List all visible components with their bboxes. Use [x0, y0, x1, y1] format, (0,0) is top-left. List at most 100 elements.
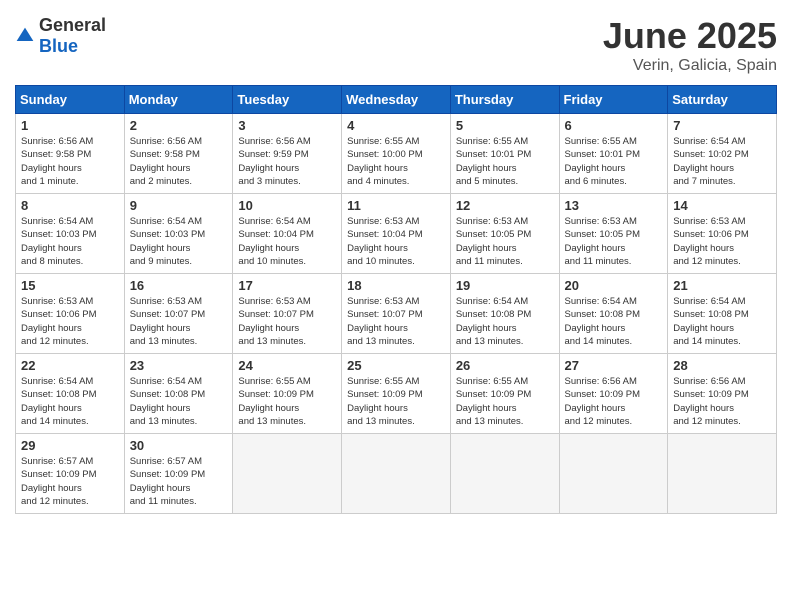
calendar-day-cell: 5 Sunrise: 6:55 AM Sunset: 10:01 PM Dayl…: [450, 114, 559, 194]
day-number: 10: [238, 198, 336, 213]
calendar-week-row: 8 Sunrise: 6:54 AM Sunset: 10:03 PM Dayl…: [16, 194, 777, 274]
logo-icon: [15, 26, 35, 46]
day-info: Sunrise: 6:55 AM Sunset: 10:09 PM Daylig…: [347, 375, 445, 428]
day-info: Sunrise: 6:55 AM Sunset: 10:01 PM Daylig…: [456, 135, 554, 188]
day-info: Sunrise: 6:55 AM Sunset: 10:00 PM Daylig…: [347, 135, 445, 188]
calendar-subtitle: Verin, Galicia, Spain: [603, 57, 777, 75]
day-info: Sunrise: 6:55 AM Sunset: 10:09 PM Daylig…: [238, 375, 336, 428]
day-info: Sunrise: 6:54 AM Sunset: 10:03 PM Daylig…: [21, 215, 119, 268]
calendar-week-row: 1 Sunrise: 6:56 AM Sunset: 9:58 PM Dayli…: [16, 114, 777, 194]
day-info: Sunrise: 6:56 AM Sunset: 9:59 PM Dayligh…: [238, 135, 336, 188]
day-number: 21: [673, 278, 771, 293]
weekday-header-cell: Tuesday: [233, 86, 342, 114]
day-info: Sunrise: 6:56 AM Sunset: 9:58 PM Dayligh…: [130, 135, 228, 188]
calendar-day-cell: 2 Sunrise: 6:56 AM Sunset: 9:58 PM Dayli…: [124, 114, 233, 194]
calendar-day-cell: 3 Sunrise: 6:56 AM Sunset: 9:59 PM Dayli…: [233, 114, 342, 194]
calendar-day-cell: 21 Sunrise: 6:54 AM Sunset: 10:08 PM Day…: [668, 274, 777, 354]
day-info: Sunrise: 6:56 AM Sunset: 10:09 PM Daylig…: [673, 375, 771, 428]
calendar-day-cell: 16 Sunrise: 6:53 AM Sunset: 10:07 PM Day…: [124, 274, 233, 354]
weekday-header-cell: Friday: [559, 86, 668, 114]
day-number: 7: [673, 118, 771, 133]
calendar-table: SundayMondayTuesdayWednesdayThursdayFrid…: [15, 85, 777, 514]
day-number: 25: [347, 358, 445, 373]
day-number: 1: [21, 118, 119, 133]
calendar-day-cell: 29 Sunrise: 6:57 AM Sunset: 10:09 PM Day…: [16, 434, 125, 514]
calendar-day-cell: 8 Sunrise: 6:54 AM Sunset: 10:03 PM Dayl…: [16, 194, 125, 274]
calendar-week-row: 15 Sunrise: 6:53 AM Sunset: 10:06 PM Day…: [16, 274, 777, 354]
calendar-day-cell: [233, 434, 342, 514]
calendar-day-cell: 13 Sunrise: 6:53 AM Sunset: 10:05 PM Day…: [559, 194, 668, 274]
day-info: Sunrise: 6:53 AM Sunset: 10:04 PM Daylig…: [347, 215, 445, 268]
day-info: Sunrise: 6:54 AM Sunset: 10:04 PM Daylig…: [238, 215, 336, 268]
calendar-day-cell: 19 Sunrise: 6:54 AM Sunset: 10:08 PM Day…: [450, 274, 559, 354]
day-number: 5: [456, 118, 554, 133]
day-info: Sunrise: 6:54 AM Sunset: 10:08 PM Daylig…: [565, 295, 663, 348]
calendar-day-cell: 17 Sunrise: 6:53 AM Sunset: 10:07 PM Day…: [233, 274, 342, 354]
day-info: Sunrise: 6:53 AM Sunset: 10:06 PM Daylig…: [673, 215, 771, 268]
day-number: 23: [130, 358, 228, 373]
calendar-week-row: 22 Sunrise: 6:54 AM Sunset: 10:08 PM Day…: [16, 354, 777, 434]
day-info: Sunrise: 6:54 AM Sunset: 10:08 PM Daylig…: [673, 295, 771, 348]
calendar-day-cell: 12 Sunrise: 6:53 AM Sunset: 10:05 PM Day…: [450, 194, 559, 274]
day-info: Sunrise: 6:56 AM Sunset: 9:58 PM Dayligh…: [21, 135, 119, 188]
calendar-day-cell: 14 Sunrise: 6:53 AM Sunset: 10:06 PM Day…: [668, 194, 777, 274]
day-number: 27: [565, 358, 663, 373]
calendar-title: June 2025: [603, 15, 777, 57]
day-info: Sunrise: 6:54 AM Sunset: 10:08 PM Daylig…: [130, 375, 228, 428]
day-number: 29: [21, 438, 119, 453]
day-number: 18: [347, 278, 445, 293]
day-info: Sunrise: 6:54 AM Sunset: 10:03 PM Daylig…: [130, 215, 228, 268]
day-number: 15: [21, 278, 119, 293]
day-info: Sunrise: 6:53 AM Sunset: 10:05 PM Daylig…: [565, 215, 663, 268]
day-number: 14: [673, 198, 771, 213]
day-info: Sunrise: 6:57 AM Sunset: 10:09 PM Daylig…: [21, 455, 119, 508]
calendar-day-cell: [342, 434, 451, 514]
calendar-day-cell: 22 Sunrise: 6:54 AM Sunset: 10:08 PM Day…: [16, 354, 125, 434]
day-info: Sunrise: 6:55 AM Sunset: 10:09 PM Daylig…: [456, 375, 554, 428]
calendar-day-cell: 15 Sunrise: 6:53 AM Sunset: 10:06 PM Day…: [16, 274, 125, 354]
calendar-day-cell: [450, 434, 559, 514]
day-number: 28: [673, 358, 771, 373]
calendar-day-cell: 24 Sunrise: 6:55 AM Sunset: 10:09 PM Day…: [233, 354, 342, 434]
header: General Blue June 2025 Verin, Galicia, S…: [15, 15, 777, 75]
logo-text: General Blue: [39, 15, 106, 57]
day-number: 2: [130, 118, 228, 133]
day-number: 24: [238, 358, 336, 373]
calendar-day-cell: 10 Sunrise: 6:54 AM Sunset: 10:04 PM Day…: [233, 194, 342, 274]
calendar-day-cell: 25 Sunrise: 6:55 AM Sunset: 10:09 PM Day…: [342, 354, 451, 434]
weekday-header-cell: Saturday: [668, 86, 777, 114]
day-info: Sunrise: 6:53 AM Sunset: 10:07 PM Daylig…: [347, 295, 445, 348]
day-number: 13: [565, 198, 663, 213]
day-number: 6: [565, 118, 663, 133]
day-number: 20: [565, 278, 663, 293]
logo: General Blue: [15, 15, 106, 57]
day-number: 3: [238, 118, 336, 133]
day-number: 17: [238, 278, 336, 293]
weekday-header-cell: Wednesday: [342, 86, 451, 114]
calendar-body: 1 Sunrise: 6:56 AM Sunset: 9:58 PM Dayli…: [16, 114, 777, 514]
day-number: 19: [456, 278, 554, 293]
calendar-day-cell: 6 Sunrise: 6:55 AM Sunset: 10:01 PM Dayl…: [559, 114, 668, 194]
calendar-day-cell: 9 Sunrise: 6:54 AM Sunset: 10:03 PM Dayl…: [124, 194, 233, 274]
day-info: Sunrise: 6:54 AM Sunset: 10:08 PM Daylig…: [456, 295, 554, 348]
day-number: 9: [130, 198, 228, 213]
calendar-day-cell: 18 Sunrise: 6:53 AM Sunset: 10:07 PM Day…: [342, 274, 451, 354]
weekday-header-cell: Thursday: [450, 86, 559, 114]
day-number: 30: [130, 438, 228, 453]
day-info: Sunrise: 6:53 AM Sunset: 10:05 PM Daylig…: [456, 215, 554, 268]
day-info: Sunrise: 6:53 AM Sunset: 10:07 PM Daylig…: [130, 295, 228, 348]
day-number: 16: [130, 278, 228, 293]
logo-blue: Blue: [39, 36, 78, 56]
calendar-day-cell: 27 Sunrise: 6:56 AM Sunset: 10:09 PM Day…: [559, 354, 668, 434]
title-area: June 2025 Verin, Galicia, Spain: [603, 15, 777, 75]
day-info: Sunrise: 6:54 AM Sunset: 10:02 PM Daylig…: [673, 135, 771, 188]
weekday-header-row: SundayMondayTuesdayWednesdayThursdayFrid…: [16, 86, 777, 114]
calendar-day-cell: [668, 434, 777, 514]
day-info: Sunrise: 6:55 AM Sunset: 10:01 PM Daylig…: [565, 135, 663, 188]
calendar-day-cell: 30 Sunrise: 6:57 AM Sunset: 10:09 PM Day…: [124, 434, 233, 514]
day-number: 8: [21, 198, 119, 213]
weekday-header-cell: Monday: [124, 86, 233, 114]
calendar-day-cell: 11 Sunrise: 6:53 AM Sunset: 10:04 PM Day…: [342, 194, 451, 274]
calendar-day-cell: 26 Sunrise: 6:55 AM Sunset: 10:09 PM Day…: [450, 354, 559, 434]
day-info: Sunrise: 6:53 AM Sunset: 10:07 PM Daylig…: [238, 295, 336, 348]
